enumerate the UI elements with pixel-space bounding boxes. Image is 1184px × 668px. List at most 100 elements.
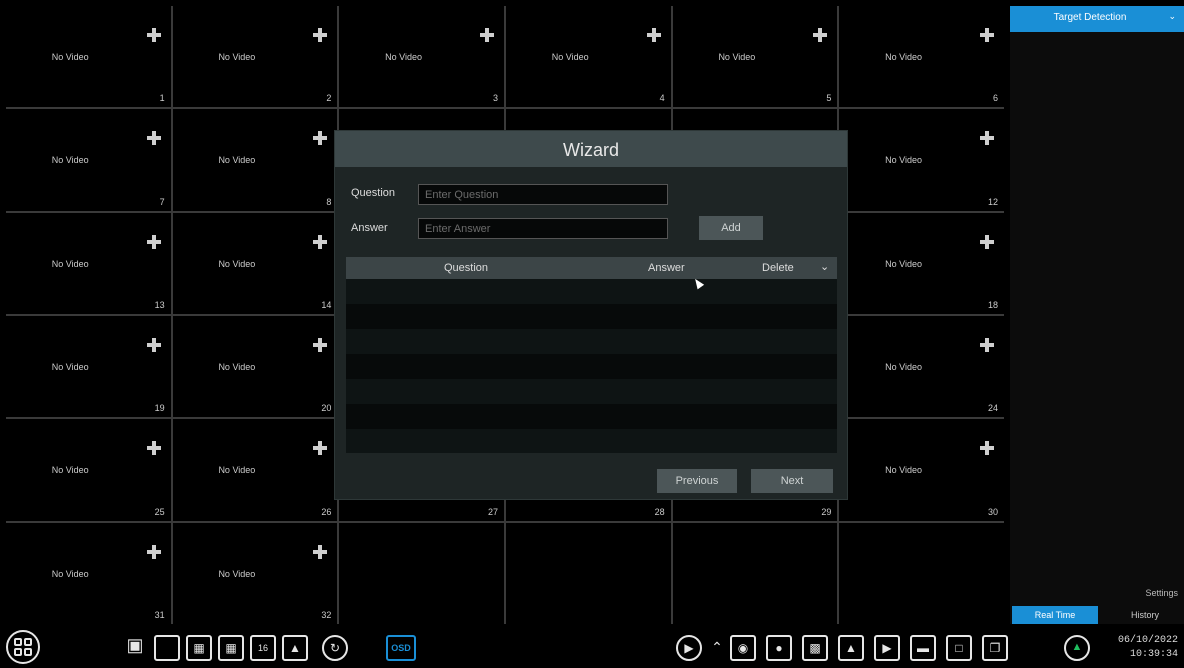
camera-cell[interactable]: No Video 19 — [6, 316, 171, 418]
add-camera-icon[interactable] — [313, 131, 328, 146]
target-detection-dropdown[interactable]: Target Detection ⌄ — [1010, 6, 1184, 32]
col-answer: Answer — [648, 262, 685, 274]
time-text: 10:39:34 — [1129, 649, 1178, 660]
cloud-upload-icon[interactable]: ▲ — [1064, 635, 1090, 661]
table-row — [346, 379, 837, 404]
add-camera-icon[interactable] — [313, 544, 328, 559]
camera-cell[interactable] — [339, 522, 504, 624]
no-video-label: No Video — [718, 52, 756, 62]
person-icon[interactable]: ● — [766, 635, 792, 661]
no-video-label: No Video — [218, 568, 256, 579]
speaker-icon[interactable]: ▶ — [874, 635, 900, 661]
add-camera-icon[interactable] — [146, 441, 161, 456]
add-camera-icon[interactable] — [313, 28, 328, 42]
add-camera-icon[interactable] — [980, 28, 994, 42]
channel-number: 31 — [154, 610, 165, 620]
add-camera-icon[interactable] — [146, 28, 161, 42]
add-camera-icon[interactable] — [980, 234, 994, 249]
date-text: 06/10/2022 — [1117, 635, 1178, 646]
tab-history[interactable]: History — [1110, 606, 1180, 624]
add-camera-icon[interactable] — [480, 28, 494, 42]
add-camera-icon[interactable] — [813, 28, 828, 42]
camera-cell[interactable]: No Video 4 — [506, 6, 671, 108]
add-camera-icon[interactable] — [313, 441, 328, 456]
add-camera-icon[interactable] — [146, 338, 161, 352]
camera-cell[interactable]: No Video 24 — [839, 316, 1004, 418]
add-camera-icon[interactable] — [980, 338, 994, 352]
osd-button[interactable]: OSD — [386, 635, 416, 661]
camera-cell[interactable]: No Video 31 — [6, 522, 171, 624]
settings-link[interactable]: Settings — [1145, 588, 1178, 598]
next-button[interactable]: Next — [751, 469, 833, 493]
camera-cell[interactable]: No Video 20 — [172, 316, 338, 418]
add-button[interactable]: Add — [699, 216, 763, 240]
monitor-icon[interactable]: ▩ — [802, 635, 828, 661]
add-camera-icon[interactable] — [313, 338, 328, 352]
channel-number: 20 — [321, 403, 332, 414]
no-video-label: No Video — [885, 258, 922, 269]
disk-icon[interactable]: ▬ — [910, 635, 936, 661]
camera-record-icon[interactable]: ◉ — [730, 635, 756, 661]
chevron-up-icon[interactable]: ⌃ — [704, 635, 730, 661]
add-camera-icon[interactable] — [146, 131, 161, 146]
camera-cell[interactable] — [839, 522, 1004, 624]
channel-number: 19 — [154, 403, 165, 414]
previous-button[interactable]: Previous — [657, 469, 737, 493]
camera-cell[interactable]: No Video 5 — [672, 6, 838, 108]
tab-real-time[interactable]: Real Time — [1012, 606, 1098, 624]
camera-cell[interactable] — [672, 522, 838, 624]
camera-cell[interactable]: No Video 2 — [172, 6, 338, 108]
chevron-down-icon[interactable]: ⌄ — [820, 260, 829, 273]
playback-icon[interactable]: ▶ — [676, 635, 702, 661]
camera-cell[interactable]: No Video 13 — [6, 212, 171, 314]
no-video-label: No Video — [551, 52, 589, 62]
sequence-icon[interactable]: ↻ — [322, 635, 348, 661]
camera-cell[interactable]: No Video 7 — [6, 109, 171, 211]
answer-input[interactable] — [418, 218, 668, 239]
menu-square-icon — [14, 648, 22, 656]
camera-cell[interactable] — [506, 522, 671, 624]
layout-4-icon[interactable]: ▦ — [186, 635, 212, 661]
camera-cell[interactable]: No Video 3 — [339, 6, 504, 108]
channel-number: 29 — [821, 506, 832, 517]
camera-cell[interactable]: No Video 6 — [839, 6, 1004, 108]
channel-number: 1 — [159, 93, 165, 104]
question-input[interactable] — [418, 184, 668, 205]
camera-cell[interactable]: No Video 14 — [172, 212, 338, 314]
menu-square-icon — [14, 638, 22, 646]
window-icon[interactable]: □ — [946, 635, 972, 661]
layout-custom-icon[interactable]: ▲ — [282, 635, 308, 661]
camera-cell[interactable]: No Video 26 — [172, 419, 338, 521]
camera-cell[interactable]: No Video 18 — [839, 212, 1004, 314]
no-video-label: No Video — [218, 258, 256, 269]
alarm-icon[interactable]: ▲ — [838, 635, 864, 661]
camera-cell[interactable]: No Video 1 — [6, 6, 171, 108]
camera-cell[interactable]: No Video 32 — [172, 522, 338, 624]
start-menu-button[interactable] — [6, 630, 40, 664]
no-video-label: No Video — [51, 258, 89, 269]
channel-number: 30 — [987, 506, 998, 517]
camera-cell[interactable]: No Video 25 — [6, 419, 171, 521]
channel-number: 4 — [659, 93, 665, 104]
dialog-titlebar: Wizard — [335, 131, 847, 167]
add-camera-icon[interactable] — [980, 131, 994, 146]
add-camera-icon[interactable] — [146, 544, 161, 559]
channel-number: 2 — [326, 93, 332, 104]
multi-window-icon[interactable]: ❐ — [982, 635, 1008, 661]
layout-1-icon[interactable] — [154, 635, 180, 661]
add-camera-icon[interactable] — [146, 234, 161, 249]
no-video-label: No Video — [51, 568, 89, 579]
camera-cell[interactable]: No Video 12 — [839, 109, 1004, 211]
channel-number: 3 — [492, 93, 498, 104]
qa-table: Question Answer Delete ⌄ — [346, 257, 837, 453]
fullscreen-icon[interactable]: ▣ — [122, 635, 148, 661]
layout-9-icon[interactable]: ▦ — [218, 635, 244, 661]
add-camera-icon[interactable] — [313, 234, 328, 249]
add-camera-icon[interactable] — [980, 441, 994, 456]
no-video-label: No Video — [885, 155, 922, 166]
camera-cell[interactable]: No Video 30 — [839, 419, 1004, 521]
camera-cell[interactable]: No Video 8 — [172, 109, 338, 211]
layout-16-icon[interactable]: 16 — [250, 635, 276, 661]
add-camera-icon[interactable] — [646, 28, 661, 42]
wizard-dialog: Wizard Question Answer Add Question Answ… — [334, 130, 848, 500]
